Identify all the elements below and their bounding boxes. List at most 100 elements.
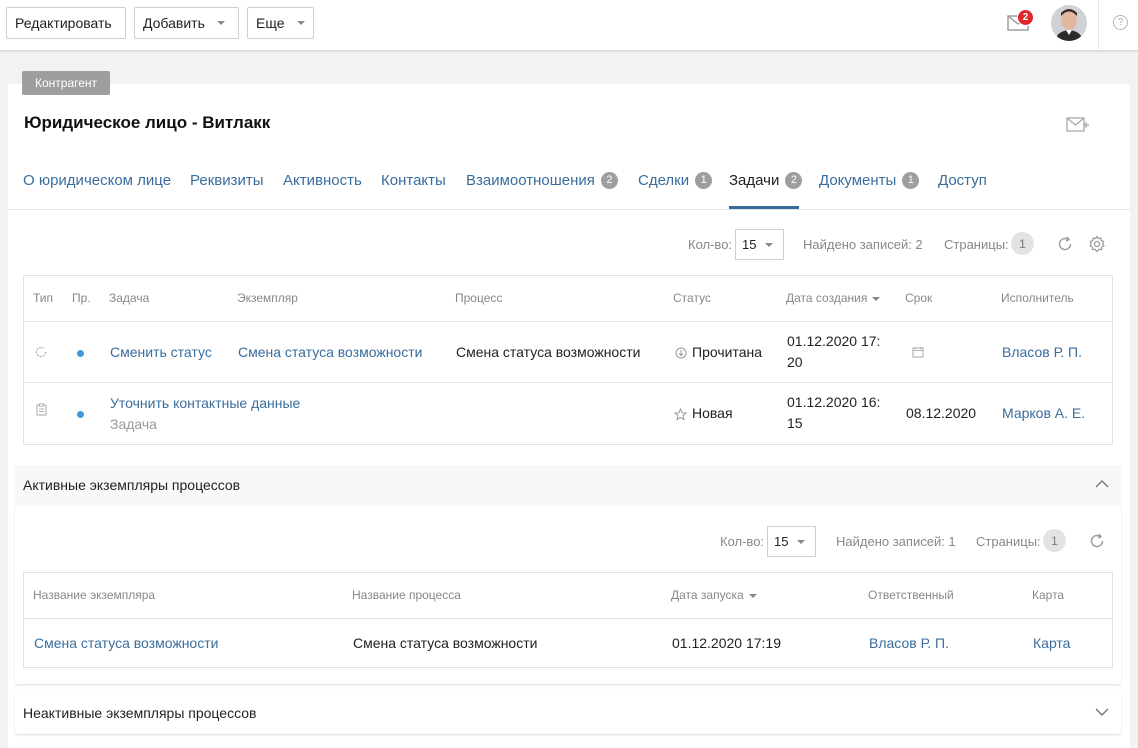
column-header: Карта xyxy=(1032,588,1065,602)
tab-activity[interactable]: Активность xyxy=(283,170,362,190)
refresh-icon[interactable] xyxy=(1088,532,1106,550)
owner-link[interactable]: Власов Р. П. xyxy=(869,633,949,654)
column-header: Исполнитель xyxy=(1001,291,1074,305)
column-header: Статус xyxy=(673,291,711,305)
page-size-value: 15 xyxy=(774,534,789,549)
help-icon[interactable]: ? xyxy=(1113,15,1128,30)
column-header: Ответственный xyxy=(868,588,954,602)
read-status-icon xyxy=(675,347,687,359)
process-name: Смена статуса возможности xyxy=(353,635,538,651)
pages-label: Страницы: xyxy=(976,534,1041,549)
created-date: 01.12.2020 17: xyxy=(787,333,881,349)
send-email-icon[interactable] xyxy=(1066,115,1090,133)
help-glyph: ? xyxy=(1117,17,1124,28)
inactive-instances-header[interactable]: Неактивные экземпляры процессов xyxy=(15,693,1121,734)
process-task-icon xyxy=(35,347,47,358)
tab-label: Задачи xyxy=(729,171,780,189)
top-toolbar: Редактировать Добавить Еще 2 ? xyxy=(0,0,1138,51)
tab-count-badge: 1 xyxy=(695,171,713,189)
row-divider xyxy=(24,618,1112,619)
more-button-label: Еще xyxy=(256,15,285,31)
column-header: Пр. xyxy=(72,291,91,305)
tab-label: Сделки xyxy=(638,171,690,189)
process-instances-table: Название экземпляра Название процесса Да… xyxy=(23,572,1113,668)
tab-label: О юридическом лице xyxy=(23,171,172,189)
column-header-label: Дата создания xyxy=(786,291,868,305)
calendar-icon[interactable] xyxy=(912,346,924,358)
page-number[interactable]: 1 xyxy=(1011,232,1034,255)
page-title: Юридическое лицо - Витлакк xyxy=(24,113,271,132)
entity-type-tag: Контрагент xyxy=(22,71,111,95)
column-header: Экземпляр xyxy=(237,291,298,305)
chevron-down-icon[interactable] xyxy=(1095,707,1109,717)
chevron-up-icon[interactable] xyxy=(1095,479,1109,489)
edit-button-label: Редактировать xyxy=(15,15,112,31)
column-header: Название экземпляра xyxy=(33,588,156,602)
tab-label: Взаимоотношения xyxy=(466,171,595,189)
chevron-down-icon xyxy=(296,21,305,25)
add-dropdown-button[interactable]: Добавить xyxy=(134,7,239,39)
pages-label: Страницы: xyxy=(944,237,1009,252)
records-found: Найдено записей: 2 xyxy=(803,237,923,252)
section-title: Неактивные экземпляры процессов xyxy=(23,705,257,721)
status-text: Новая xyxy=(692,405,733,421)
created-time: 15 xyxy=(787,415,803,431)
clipboard-task-icon xyxy=(36,403,47,416)
page-size-select[interactable]: 15 xyxy=(767,526,816,557)
column-header: Название процесса xyxy=(352,588,461,602)
tab-label: Активность xyxy=(283,171,362,189)
star-status-icon xyxy=(674,408,687,421)
tab-requisites[interactable]: Реквизиты xyxy=(190,170,264,190)
column-header: Тип xyxy=(33,291,54,305)
count-label: Кол-во: xyxy=(720,534,765,549)
column-header-label: Дата запуска xyxy=(671,588,744,602)
instance-link[interactable]: Смена статуса возможности xyxy=(34,633,218,654)
chevron-down-icon xyxy=(797,540,805,544)
column-header: Процесс xyxy=(455,291,503,305)
created-time: 20 xyxy=(787,354,803,370)
assignee-link[interactable]: Власов Р. П. xyxy=(1002,342,1082,363)
chevron-down-icon xyxy=(765,243,773,247)
more-dropdown-button[interactable]: Еще xyxy=(247,7,314,39)
refresh-icon[interactable] xyxy=(1056,235,1074,253)
tab-count-badge: 2 xyxy=(785,171,803,189)
count-label: Кол-во: xyxy=(688,237,733,252)
task-link[interactable]: Уточнить контактные данные xyxy=(110,393,300,414)
tab-contacts[interactable]: Контакты xyxy=(381,170,446,190)
assignee-link[interactable]: Марков А. Е. xyxy=(1002,403,1085,424)
task-link[interactable]: Сменить статус xyxy=(110,342,212,363)
created-date: 01.12.2020 16: xyxy=(787,394,881,410)
row-divider xyxy=(24,382,1112,383)
toolbar-divider xyxy=(1098,0,1099,51)
page-size-value: 15 xyxy=(742,237,757,252)
tab-about[interactable]: О юридическом лице xyxy=(23,170,171,190)
tab-access[interactable]: Доступ xyxy=(938,170,987,190)
notification-badge[interactable]: 2 xyxy=(1017,9,1034,26)
row-divider xyxy=(24,321,1112,322)
column-header-sortable[interactable]: Дата создания xyxy=(786,291,881,305)
tab-deals[interactable]: Сделки 1 xyxy=(638,170,713,190)
process-name: Смена статуса возможности xyxy=(456,344,641,360)
user-photo-icon xyxy=(1051,5,1087,41)
records-found: Найдено записей: 1 xyxy=(836,534,956,549)
edit-button[interactable]: Редактировать xyxy=(6,7,126,39)
map-link[interactable]: Карта xyxy=(1033,633,1070,654)
tab-relationships[interactable]: Взаимоотношения 2 xyxy=(466,170,618,190)
tab-documents[interactable]: Документы 1 xyxy=(819,170,920,190)
page-number[interactable]: 1 xyxy=(1043,529,1066,552)
active-instances-header[interactable]: Активные экземпляры процессов xyxy=(15,465,1121,506)
deadline-date: 08.12.2020 xyxy=(906,405,977,421)
priority-dot xyxy=(77,411,84,418)
column-header-sortable[interactable]: Дата запуска xyxy=(671,588,757,602)
tab-count-badge: 2 xyxy=(600,171,618,189)
instance-link[interactable]: Смена статуса возможности xyxy=(238,342,422,363)
add-button-label: Добавить xyxy=(143,15,205,31)
sort-desc-icon xyxy=(872,296,881,301)
tab-label: Документы xyxy=(819,171,897,189)
avatar[interactable] xyxy=(1051,5,1087,41)
section-title: Активные экземпляры процессов xyxy=(23,477,241,493)
chevron-down-icon xyxy=(216,21,225,25)
tab-tasks[interactable]: Задачи 2 xyxy=(729,170,803,190)
settings-gear-icon[interactable] xyxy=(1088,235,1106,253)
page-size-select[interactable]: 15 xyxy=(735,229,784,260)
